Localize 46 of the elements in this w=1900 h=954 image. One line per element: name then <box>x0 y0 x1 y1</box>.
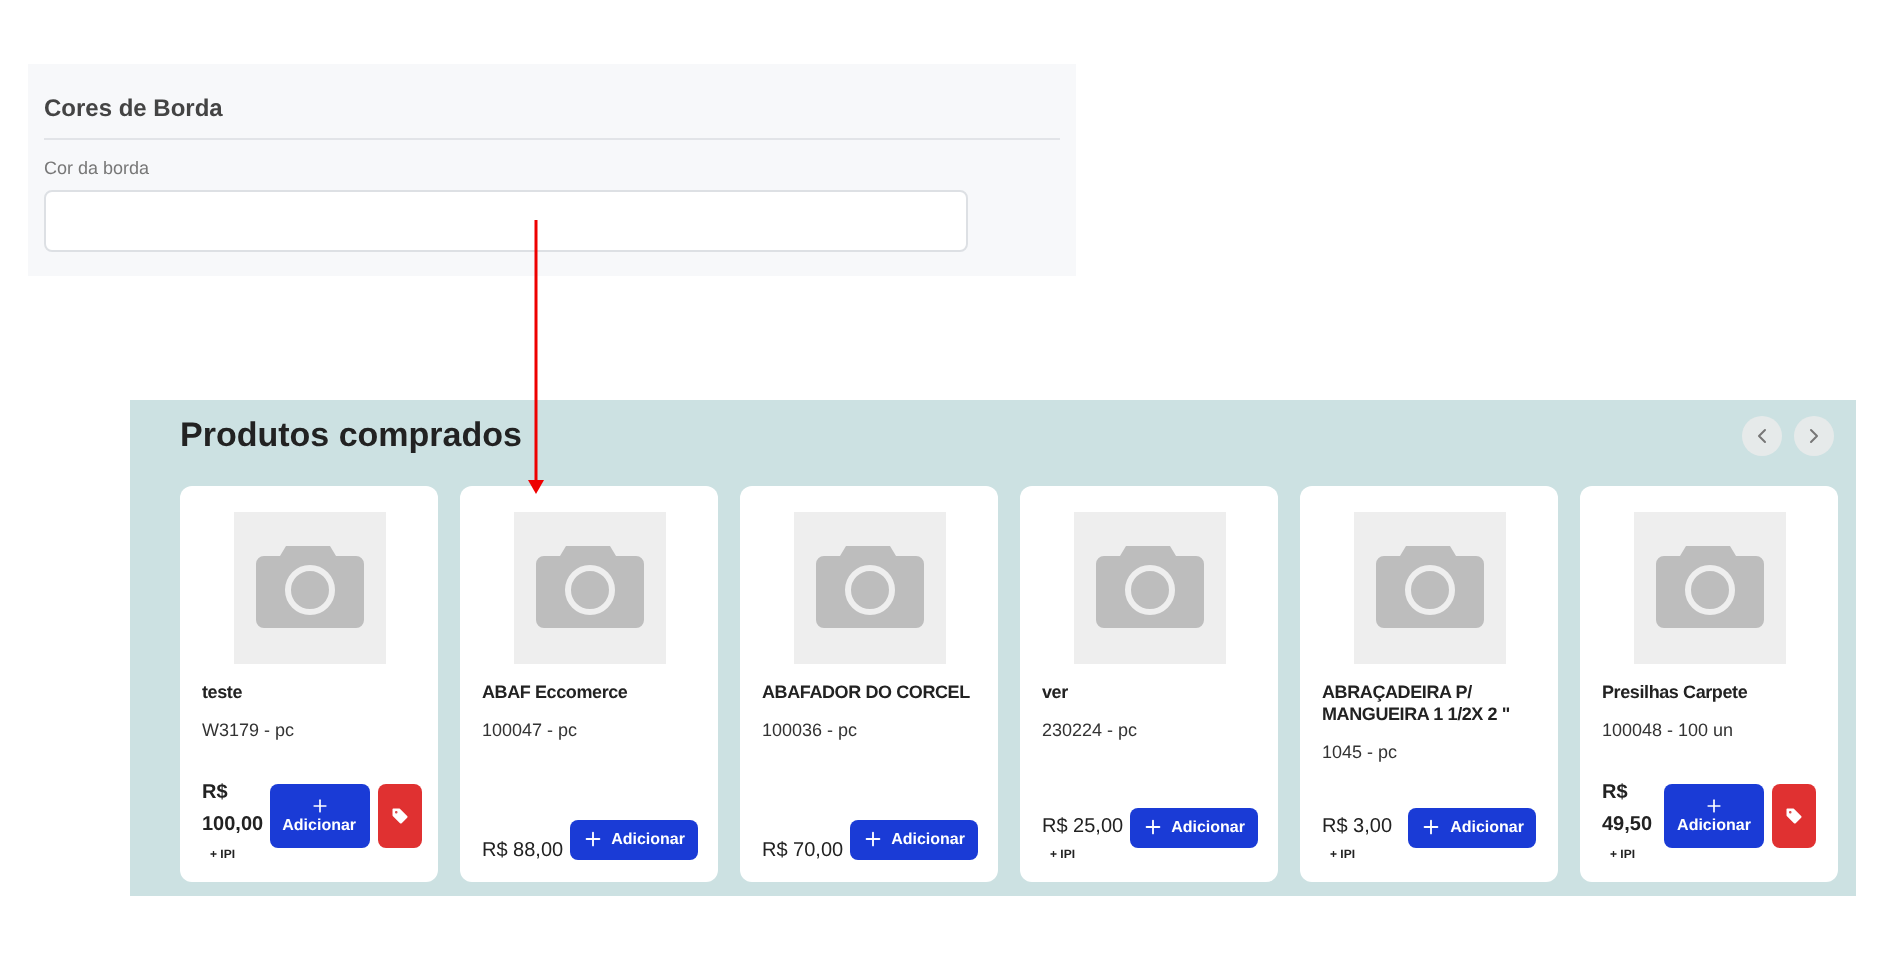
price: R$ 88,00 <box>482 837 564 865</box>
add-button[interactable]: Adicionar <box>1408 807 1536 847</box>
product-code: 100036 - pc <box>762 717 860 744</box>
plus-icon <box>1704 795 1724 815</box>
price: R$ 25,00 <box>1042 813 1124 841</box>
section-heading: Produtos comprados <box>180 414 522 458</box>
plus-icon <box>581 828 604 850</box>
product-code: 100048 - 100 un <box>1602 717 1736 743</box>
product-name: teste <box>202 681 245 703</box>
product-code: 230224 - pc <box>1042 717 1140 744</box>
tag-icon <box>389 805 410 825</box>
camera-icon <box>1651 543 1767 631</box>
product-code: W3179 - pc <box>202 717 297 744</box>
product-name: ABAFADOR DO CORCEL <box>762 681 972 703</box>
camera-icon <box>531 543 647 631</box>
next-button[interactable] <box>1794 415 1834 456</box>
previous-button[interactable] <box>1742 415 1782 456</box>
section-title: Cores de Borda <box>44 90 1060 140</box>
product-code: 100047 - pc <box>482 717 580 744</box>
camera-icon <box>1371 543 1487 631</box>
product-code: 1045 - pc <box>1322 739 1400 766</box>
price: R$ 70,00 <box>762 837 844 865</box>
price: R$ 3,00 <box>1322 813 1395 841</box>
plus-icon <box>1141 816 1164 838</box>
price: R$ 100,00 <box>202 779 264 839</box>
add-button[interactable]: Adicionar <box>269 783 370 847</box>
product-name: ver <box>1042 681 1070 703</box>
tag-button[interactable] <box>1772 783 1816 847</box>
price: R$ 49,50 <box>1602 779 1655 839</box>
tag-button[interactable] <box>377 783 422 847</box>
product-name: ABRAÇADEIRA P/ MANGUEIRA 1 1/2X 2 " <box>1322 681 1512 725</box>
add-button[interactable]: Adicionar <box>569 819 697 859</box>
tag-icon <box>1784 805 1804 825</box>
add-button[interactable]: Adicionar <box>1664 783 1764 847</box>
plus-icon <box>861 828 884 850</box>
plus-icon <box>309 795 330 815</box>
plus-icon <box>1420 816 1443 838</box>
border-color-field[interactable] <box>44 189 968 251</box>
product-name: ABAF Eccomerce <box>482 681 630 703</box>
camera-icon <box>1091 543 1207 631</box>
camera-icon <box>251 543 367 631</box>
add-button[interactable]: Adicionar <box>849 819 977 859</box>
add-button[interactable]: Adicionar <box>1129 807 1257 847</box>
field-label: Cor da borda <box>44 156 152 182</box>
camera-icon <box>811 543 927 631</box>
product-name: Presilhas Carpete <box>1602 681 1750 703</box>
